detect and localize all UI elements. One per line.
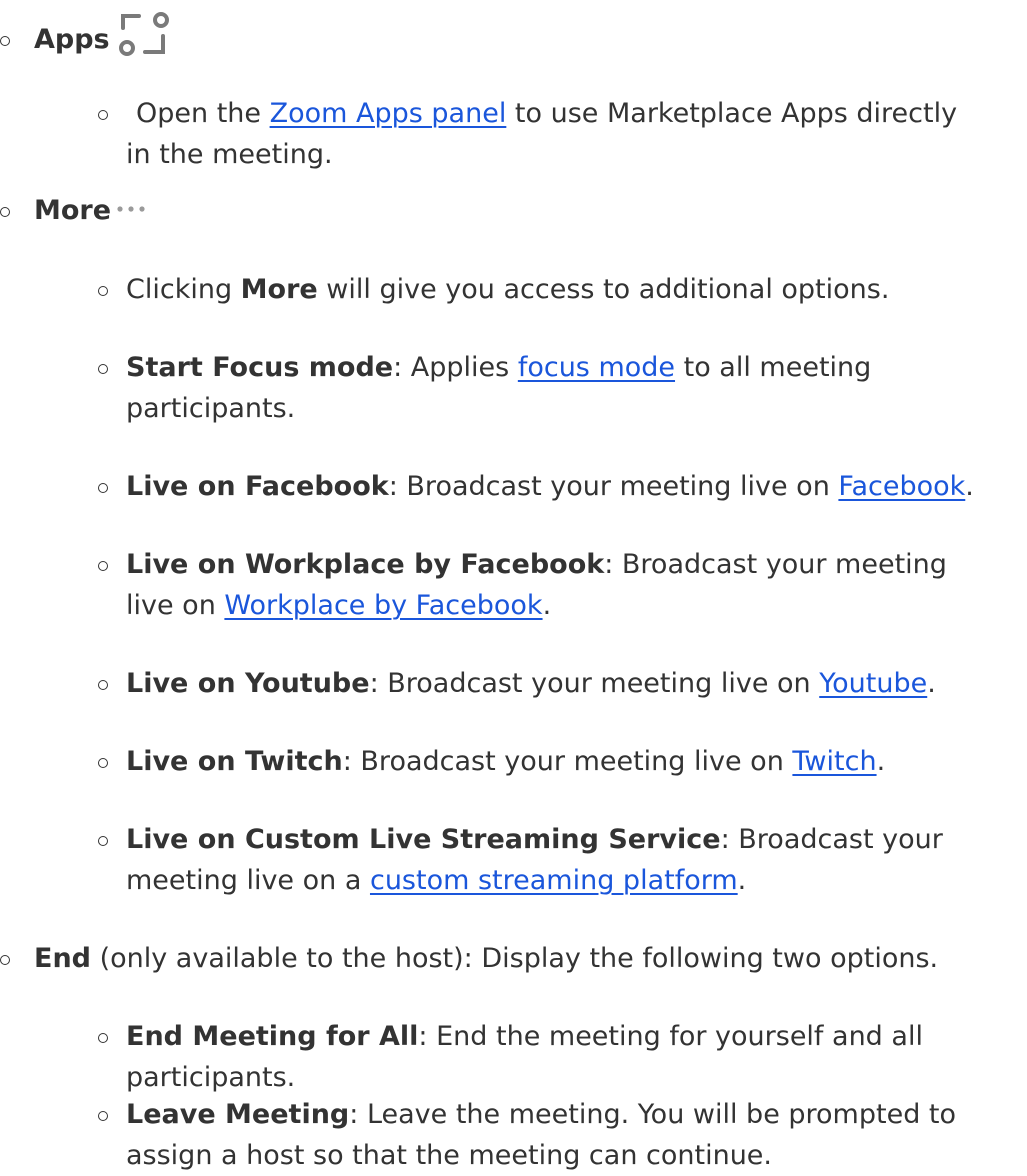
- bullet: [98, 758, 108, 768]
- focus-mode-link[interactable]: focus mode: [518, 352, 675, 383]
- end-meeting-for-all-line2: participants.: [126, 1062, 296, 1093]
- workplace-line2: live on Workplace by Facebook.: [126, 590, 552, 621]
- bullet: [98, 1111, 108, 1121]
- workplace-link[interactable]: Workplace by Facebook: [224, 590, 542, 621]
- bullet: [98, 561, 108, 571]
- apps-icon: [117, 10, 173, 58]
- custom-streaming-link[interactable]: custom streaming platform: [370, 865, 738, 896]
- focus-mode-line2: participants.: [126, 393, 296, 424]
- bullet: [98, 364, 108, 374]
- bullet: [98, 680, 108, 690]
- youtube-text: Live on Youtube: Broadcast your meeting …: [126, 668, 936, 699]
- facebook-text: Live on Facebook: Broadcast your meeting…: [126, 471, 974, 502]
- youtube-link[interactable]: Youtube: [819, 668, 927, 699]
- bullet: [98, 110, 108, 120]
- leave-meeting-text: Leave Meeting: Leave the meeting. You wi…: [126, 1099, 957, 1130]
- bullet: [98, 1033, 108, 1043]
- apps-heading: Apps: [34, 24, 110, 55]
- end-meeting-for-all-text: End Meeting for All: End the meeting for…: [126, 1021, 923, 1052]
- twitch-link[interactable]: Twitch: [792, 746, 876, 777]
- more-dots-icon: [116, 185, 146, 212]
- custom-streaming-text: Live on Custom Live Streaming Service: B…: [126, 824, 943, 855]
- zoom-apps-panel-link[interactable]: Zoom Apps panel: [270, 98, 507, 129]
- more-heading: More: [34, 195, 112, 226]
- custom-streaming-line2: meeting live on a custom streaming platf…: [126, 865, 747, 896]
- focus-mode-text: Start Focus mode: Applies focus mode to …: [126, 352, 872, 383]
- bullet: [98, 483, 108, 493]
- twitch-text: Live on Twitch: Broadcast your meeting l…: [126, 746, 886, 777]
- apps-desc: Open the Zoom Apps panel to use Marketpl…: [136, 98, 958, 129]
- end-text: End (only available to the host): Displa…: [34, 943, 939, 974]
- leave-meeting-line2: assign a host so that the meeting can co…: [126, 1140, 772, 1171]
- bullet: [98, 836, 108, 846]
- facebook-link[interactable]: Facebook: [838, 471, 965, 502]
- bullet: [0, 955, 10, 965]
- bullet: [0, 207, 10, 217]
- bullet: [0, 36, 10, 46]
- workplace-text: Live on Workplace by Facebook: Broadcast…: [126, 549, 947, 580]
- more-desc: Clicking More will give you access to ad…: [126, 274, 890, 305]
- apps-desc-line2: in the meeting.: [126, 139, 333, 170]
- bullet: [98, 286, 108, 296]
